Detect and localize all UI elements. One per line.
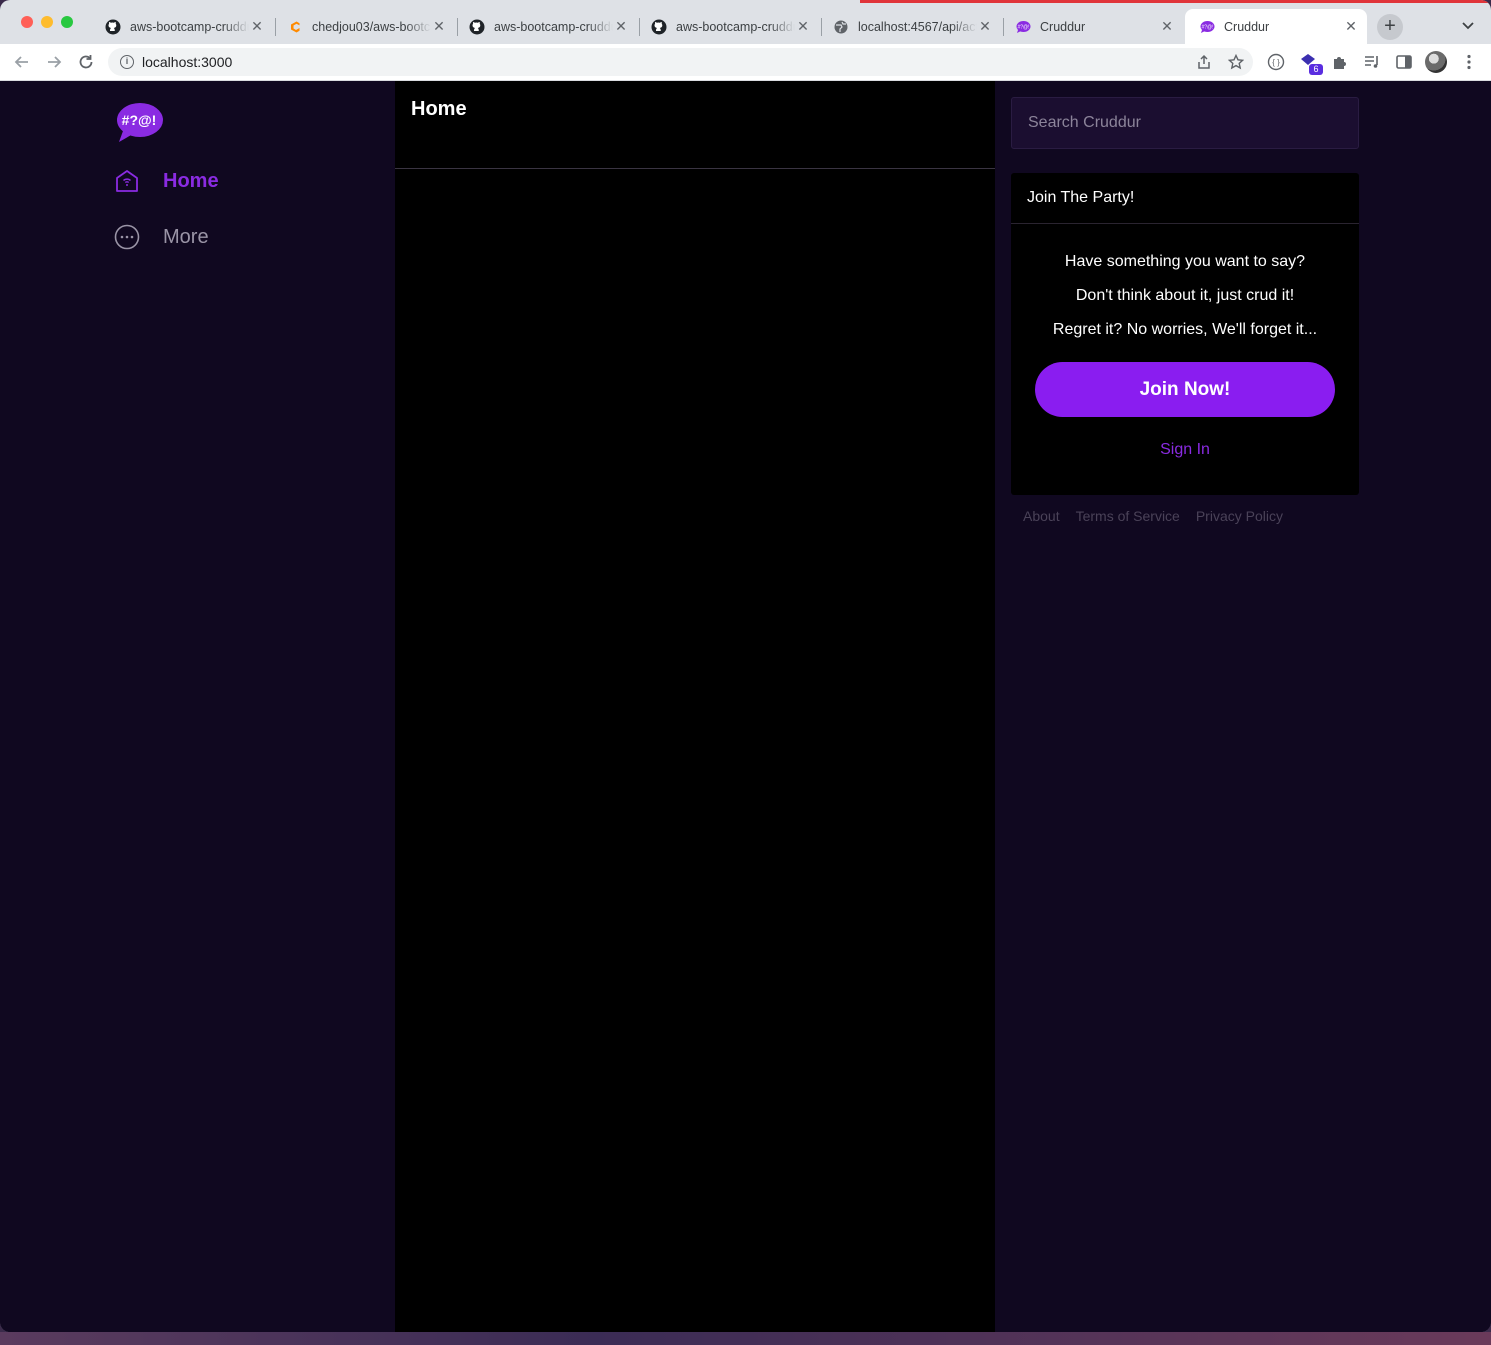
close-icon[interactable]: ✕ xyxy=(431,18,447,35)
logo-text: #?@! xyxy=(122,112,157,128)
close-icon[interactable]: ✕ xyxy=(977,18,993,35)
feed-header: Home xyxy=(395,81,995,169)
media-queue-icon[interactable] xyxy=(1363,53,1381,71)
sidebar-item-label: More xyxy=(163,225,209,248)
more-icon xyxy=(114,224,140,250)
extensions-puzzle-icon[interactable] xyxy=(1331,53,1349,71)
join-text-line: Have something you want to say? xyxy=(1064,253,1306,270)
home-icon xyxy=(116,170,138,192)
tab-title: Cruddur xyxy=(1040,19,1086,34)
profile-avatar[interactable] xyxy=(1425,51,1447,73)
search-input[interactable] xyxy=(1011,97,1359,149)
svg-text:#?@!: #?@! xyxy=(1017,24,1029,30)
cruddur-icon: #?@! xyxy=(1200,20,1215,33)
tab-title: chedjou03/aws-bootcamp xyxy=(312,19,431,34)
tab-title: aws-bootcamp-cruddur xyxy=(130,19,249,34)
close-window-button[interactable] xyxy=(21,16,33,28)
close-icon[interactable]: ✕ xyxy=(613,18,629,35)
footer-links: About Terms of Service Privacy Policy xyxy=(1023,508,1283,524)
close-icon[interactable]: ✕ xyxy=(1343,18,1359,35)
browser-tab[interactable]: localhost:4567/api/activities ✕ xyxy=(819,9,1001,44)
browser-tab[interactable]: chedjou03/aws-bootcamp ✕ xyxy=(273,9,455,44)
divider xyxy=(1011,223,1359,224)
footer-link-privacy[interactable]: Privacy Policy xyxy=(1196,508,1283,524)
join-text-line: Regret it? No worries, We'll forget it..… xyxy=(1052,321,1318,338)
browser-tab[interactable]: #?@! Cruddur ✕ xyxy=(1001,9,1183,44)
tab-title: aws-bootcamp-cruddur xyxy=(494,19,613,34)
github-icon xyxy=(651,19,667,34)
globe-icon xyxy=(834,20,848,33)
close-icon[interactable]: ✕ xyxy=(249,18,265,35)
right-sidebar: Join The Party! Have something you want … xyxy=(995,81,1491,1332)
main-feed: Home xyxy=(395,81,995,1332)
tab-search-icon[interactable] xyxy=(1460,17,1476,33)
cruddur-icon: #?@! xyxy=(1016,20,1031,33)
browser-tab[interactable]: aws-bootcamp-cruddur ✕ xyxy=(637,9,819,44)
github-icon xyxy=(469,19,485,34)
close-icon[interactable]: ✕ xyxy=(1159,18,1175,35)
close-icon[interactable]: ✕ xyxy=(795,18,811,35)
tab-title: localhost:4567/api/activities xyxy=(858,19,977,34)
join-now-button[interactable]: Join Now! xyxy=(1035,362,1335,417)
extension-badge: 6 xyxy=(1309,64,1323,75)
reload-icon[interactable] xyxy=(76,52,96,72)
cruddur-logo[interactable]: #?@! xyxy=(115,101,163,143)
browser-toolbar: i localhost:3000 { } 6 xyxy=(0,44,1491,81)
svg-text:#?@!: #?@! xyxy=(1201,24,1213,30)
sidebar-item-label: Home xyxy=(163,169,219,192)
minimize-window-button[interactable] xyxy=(41,16,53,28)
forward-icon[interactable] xyxy=(44,52,64,72)
page-title: Home xyxy=(411,98,467,120)
github-icon xyxy=(105,19,121,34)
maximize-window-button[interactable] xyxy=(61,16,73,28)
browser-tab-active[interactable]: #?@! Cruddur ✕ xyxy=(1185,9,1367,44)
url-text: localhost:3000 xyxy=(142,54,233,70)
bookmark-star-icon[interactable] xyxy=(1228,54,1244,70)
address-bar[interactable]: i localhost:3000 xyxy=(108,48,1253,76)
join-text-line: Don't think about it, just crud it! xyxy=(1075,287,1295,304)
browser-window: aws-bootcamp-cruddur ✕ chedjou03/aws-boo… xyxy=(0,0,1491,1332)
desktop-background xyxy=(0,1332,1491,1345)
footer-link-terms[interactable]: Terms of Service xyxy=(1076,508,1180,524)
extension-code-icon[interactable]: { } xyxy=(1267,53,1285,71)
sidebar-nav: #?@! Home More xyxy=(0,81,395,1332)
tab-title: Cruddur xyxy=(1224,19,1270,34)
site-info-icon[interactable]: i xyxy=(120,55,134,69)
sidebar-item-home[interactable]: Home xyxy=(114,164,219,198)
svg-text:{ }: { } xyxy=(1272,58,1280,67)
share-icon[interactable] xyxy=(1196,54,1212,70)
sidebar-item-more[interactable]: More xyxy=(114,220,209,254)
page-content: #?@! Home More Home Join The Party! Have… xyxy=(0,81,1491,1332)
browser-tab[interactable]: aws-bootcamp-cruddur ✕ xyxy=(91,9,273,44)
kebab-menu-icon[interactable] xyxy=(1460,53,1478,71)
back-icon[interactable] xyxy=(12,52,32,72)
tab-strip: aws-bootcamp-cruddur ✕ chedjou03/aws-boo… xyxy=(0,0,1491,44)
new-tab-button[interactable]: + xyxy=(1377,14,1403,40)
footer-link-about[interactable]: About xyxy=(1023,508,1060,524)
sign-in-link[interactable]: Sign In xyxy=(1011,441,1359,459)
gitpod-icon xyxy=(291,21,300,32)
join-title: Join The Party! xyxy=(1027,189,1135,206)
join-section: Join The Party! Have something you want … xyxy=(1011,173,1359,495)
browser-tab[interactable]: aws-bootcamp-cruddur ✕ xyxy=(455,9,637,44)
tab-title: aws-bootcamp-cruddur xyxy=(676,19,795,34)
side-panel-icon[interactable] xyxy=(1395,53,1413,71)
